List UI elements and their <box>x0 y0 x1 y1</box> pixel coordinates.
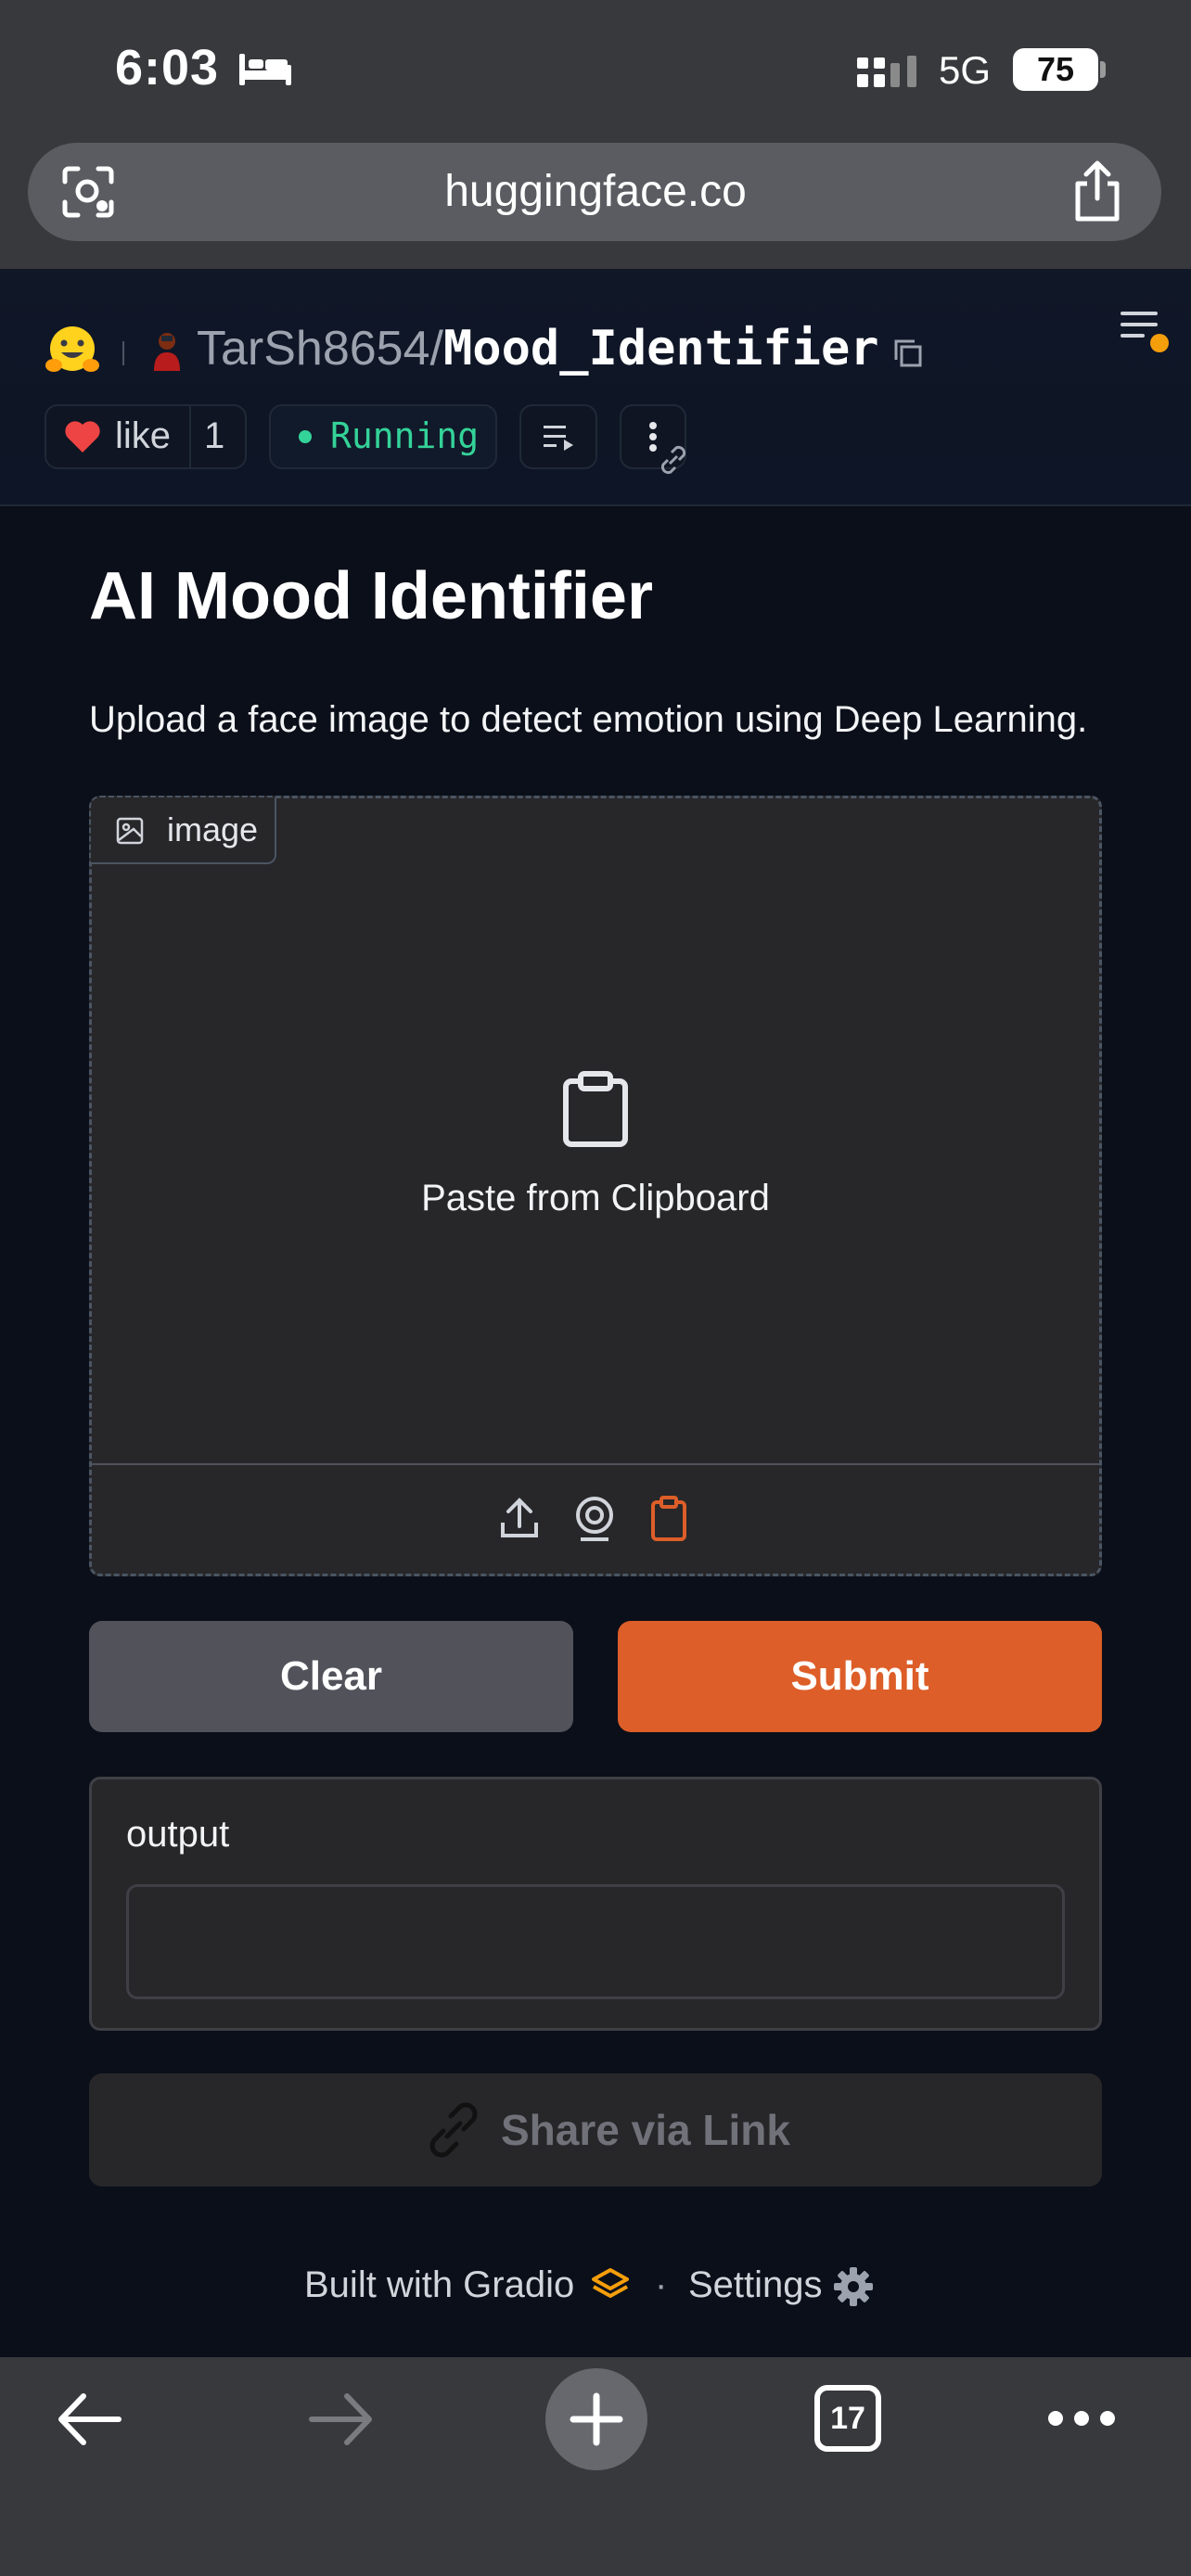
copy-icon[interactable] <box>892 338 924 369</box>
running-dot-icon <box>299 430 312 443</box>
status-label[interactable]: Running <box>330 415 479 456</box>
share-icon[interactable] <box>1070 159 1124 223</box>
forward-arrow-icon[interactable] <box>306 2391 377 2448</box>
heart-icon[interactable] <box>63 419 102 454</box>
battery-tip <box>1100 61 1106 78</box>
output-label: output <box>126 1814 230 1855</box>
network-type: 5G <box>939 48 992 92</box>
page-title: AI Mood Identifier <box>89 559 653 633</box>
built-with-gradio-link[interactable]: Built with Gradio <box>304 2264 574 2306</box>
signal-icon <box>857 56 916 87</box>
avatar[interactable] <box>150 330 184 371</box>
output-textbox[interactable] <box>126 1884 1065 1999</box>
repo-path-separator: / <box>429 322 443 376</box>
page-description: Upload a face image to detect emotion us… <box>89 699 1088 740</box>
webcam-icon[interactable] <box>573 1497 616 1541</box>
like-label[interactable]: like <box>115 415 171 457</box>
image-label-text: image <box>167 810 259 848</box>
more-options-icon[interactable] <box>1046 2407 1117 2429</box>
back-arrow-icon[interactable] <box>54 2391 124 2448</box>
clipboard-icon[interactable] <box>560 1070 631 1148</box>
space-header <box>0 269 1191 506</box>
link-icon <box>660 445 686 475</box>
gear-icon[interactable] <box>833 2266 874 2307</box>
gradio-logo-icon[interactable] <box>590 2266 631 2303</box>
hugging-face-logo-icon[interactable] <box>45 323 100 378</box>
url-text[interactable]: huggingface.co <box>0 143 1191 241</box>
paste-from-clipboard-text[interactable]: Paste from Clipboard <box>89 1178 1102 1219</box>
repo-owner-name[interactable]: TarSh8654 <box>197 322 430 376</box>
clear-button[interactable]: Clear <box>89 1621 573 1732</box>
bed-icon <box>239 54 291 85</box>
share-via-link-label[interactable]: Share via Link <box>501 2105 790 2155</box>
share-link-icon[interactable] <box>423 2099 484 2161</box>
logs-icon[interactable] <box>542 423 575 451</box>
clipboard-source-icon[interactable] <box>649 1495 688 1541</box>
header-separator <box>122 341 124 365</box>
status-time: 6:03 <box>115 40 220 96</box>
source-divider <box>92 1463 1099 1465</box>
like-count[interactable]: 1 <box>204 415 224 457</box>
submit-button[interactable]: Submit <box>618 1621 1102 1732</box>
repo-owner[interactable]: TarSh8654/ <box>197 321 443 376</box>
plus-icon[interactable] <box>570 2392 623 2446</box>
upload-icon[interactable] <box>499 1497 540 1539</box>
footer-dot: · <box>655 2264 668 2305</box>
like-divider <box>189 404 191 469</box>
tabs-button[interactable]: 17 <box>814 2385 881 2452</box>
battery-indicator: 75 <box>1013 48 1098 91</box>
repo-name[interactable]: Mood_Identifier <box>443 321 879 376</box>
settings-link[interactable]: Settings <box>688 2264 823 2306</box>
hamburger-menu-icon[interactable] <box>1119 306 1171 356</box>
image-icon <box>116 817 144 845</box>
